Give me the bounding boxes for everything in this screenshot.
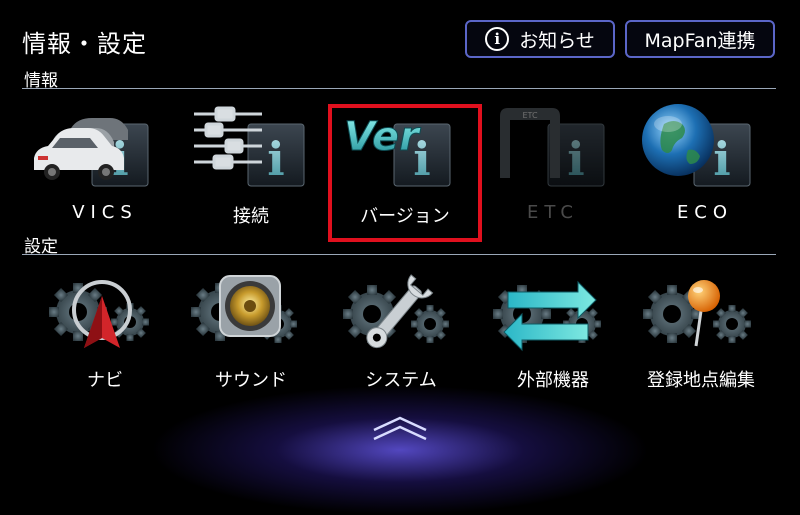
- tile-external-devices[interactable]: 外部機器: [478, 266, 628, 396]
- mapfan-button-label: MapFan連携: [644, 29, 756, 52]
- svg-text:Ver: Ver: [344, 114, 421, 160]
- section-divider-settings: [22, 254, 776, 255]
- mapfan-link-button[interactable]: MapFan連携: [625, 20, 775, 58]
- tile-system[interactable]: システム: [326, 266, 476, 396]
- chevron-up-icon[interactable]: [368, 414, 432, 442]
- globe-info-icon: [642, 104, 751, 187]
- etc-gate-info-icon: ETC: [500, 108, 605, 187]
- tile-label-vics: VICS: [72, 202, 138, 223]
- info-icon: i: [485, 27, 510, 51]
- section-divider-info: [22, 88, 776, 89]
- speaker-gear-icon: [191, 275, 297, 343]
- tile-label-connection: 接続: [233, 206, 269, 227]
- tile-label-etc: ETC: [527, 202, 579, 223]
- version-info-icon: Ver: [344, 114, 451, 187]
- tile-registered-points[interactable]: 登録地点編集: [626, 266, 776, 396]
- tile-version[interactable]: Ver バージョン: [330, 94, 480, 234]
- navi-gear-icon: [49, 280, 149, 348]
- tile-connection[interactable]: 接続: [176, 94, 326, 234]
- tile-label-version: バージョン: [360, 206, 450, 227]
- bottom-glow: [150, 385, 650, 515]
- svg-text:ETC: ETC: [522, 111, 537, 120]
- tile-sound[interactable]: サウンド: [176, 266, 326, 396]
- arrows-gear-icon: [493, 280, 601, 352]
- news-button[interactable]: i お知らせ: [465, 20, 615, 58]
- tile-vics[interactable]: VICS: [30, 94, 180, 234]
- cars-info-icon: [34, 118, 149, 187]
- page-title: 情報・設定: [22, 30, 147, 58]
- pin-gear-icon: [643, 280, 751, 347]
- tile-navi[interactable]: ナビ: [30, 266, 180, 396]
- wrench-gear-icon: [343, 274, 449, 349]
- news-button-label: お知らせ: [519, 29, 595, 52]
- connector-info-icon: [194, 106, 305, 187]
- tile-eco[interactable]: ECO: [630, 94, 780, 234]
- tile-label-eco: ECO: [676, 202, 734, 223]
- tile-etc: ETC ETC: [478, 94, 628, 234]
